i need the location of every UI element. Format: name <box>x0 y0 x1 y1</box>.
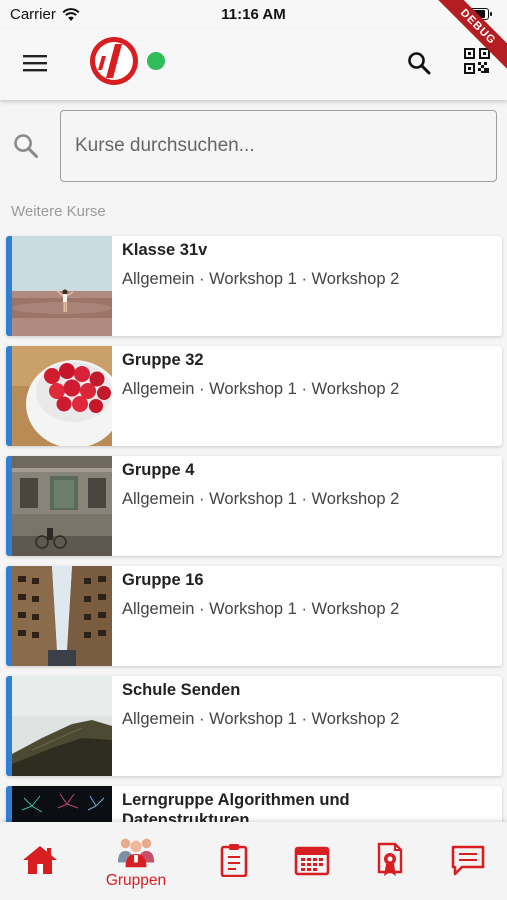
course-card[interactable]: Gruppe 4 Allgemein · Workshop 1 · Worksh… <box>6 456 502 556</box>
course-title: Klasse 31v <box>122 241 208 259</box>
online-status-dot <box>147 52 165 70</box>
search-row <box>0 108 507 184</box>
nav-tasks[interactable] <box>198 822 270 900</box>
course-subtitle: Allgemein · Workshop 1 · Workshop 2 <box>122 490 400 508</box>
course-card[interactable]: Klasse 31v Allgemein · Workshop 1 · Work… <box>6 236 502 336</box>
course-subtitle: Allgemein · Workshop 1 · Workshop 2 <box>122 270 400 288</box>
building-photo <box>12 456 112 556</box>
beach-photo <box>12 236 112 336</box>
nav-certificates[interactable] <box>354 822 426 900</box>
home-icon <box>23 846 57 874</box>
messages-icon <box>451 845 485 876</box>
battery-icon <box>465 8 492 20</box>
course-title: Gruppe 4 <box>122 461 195 479</box>
bottom-navigation: Gruppen <box>0 822 507 900</box>
app-bar <box>0 28 507 100</box>
qr-code-icon <box>464 48 490 74</box>
groups-icon <box>117 838 155 868</box>
course-subtitle: Allgemein · Workshop 1 · Workshop 2 <box>122 380 400 398</box>
course-subtitle: Allgemein · Workshop 1 · Workshop 2 <box>122 600 400 618</box>
course-card[interactable]: Gruppe 32 Allgemein · Workshop 1 · Works… <box>6 346 502 446</box>
search-icon <box>14 134 39 159</box>
nav-groups[interactable]: Gruppen <box>100 822 172 900</box>
nav-calendar[interactable] <box>276 822 348 900</box>
nav-label-groups: Gruppen <box>105 872 167 889</box>
street-photo <box>12 566 112 666</box>
status-bar: Carrier 11:16 AM <box>0 0 507 28</box>
course-title: Schule Senden <box>122 681 241 699</box>
certificate-icon <box>377 842 403 876</box>
app-logo <box>90 37 138 85</box>
raspberries-photo <box>12 346 112 446</box>
course-card[interactable]: Schule Senden Allgemein · Workshop 1 · W… <box>6 676 502 776</box>
hill-photo <box>12 676 112 776</box>
course-search-input[interactable] <box>60 110 497 182</box>
course-title: Gruppe 16 <box>122 571 204 589</box>
clipboard-icon <box>220 844 248 877</box>
section-label: Weitere Kurse <box>11 203 106 220</box>
calendar-icon <box>294 846 330 876</box>
course-card[interactable]: Gruppe 16 Allgemein · Workshop 1 · Works… <box>6 566 502 666</box>
course-title: Gruppe 32 <box>122 351 204 369</box>
qr-code-button[interactable] <box>460 44 494 78</box>
search-icon <box>408 52 431 75</box>
clock: 11:16 AM <box>221 6 286 23</box>
nav-messages[interactable] <box>432 822 504 900</box>
course-list: Klasse 31v Allgemein · Workshop 1 · Work… <box>6 236 502 896</box>
nav-home[interactable] <box>4 822 76 900</box>
search-button[interactable] <box>402 46 436 80</box>
menu-button[interactable] <box>20 48 50 78</box>
hamburger-icon <box>23 55 47 72</box>
course-subtitle: Allgemein · Workshop 1 · Workshop 2 <box>122 710 400 728</box>
